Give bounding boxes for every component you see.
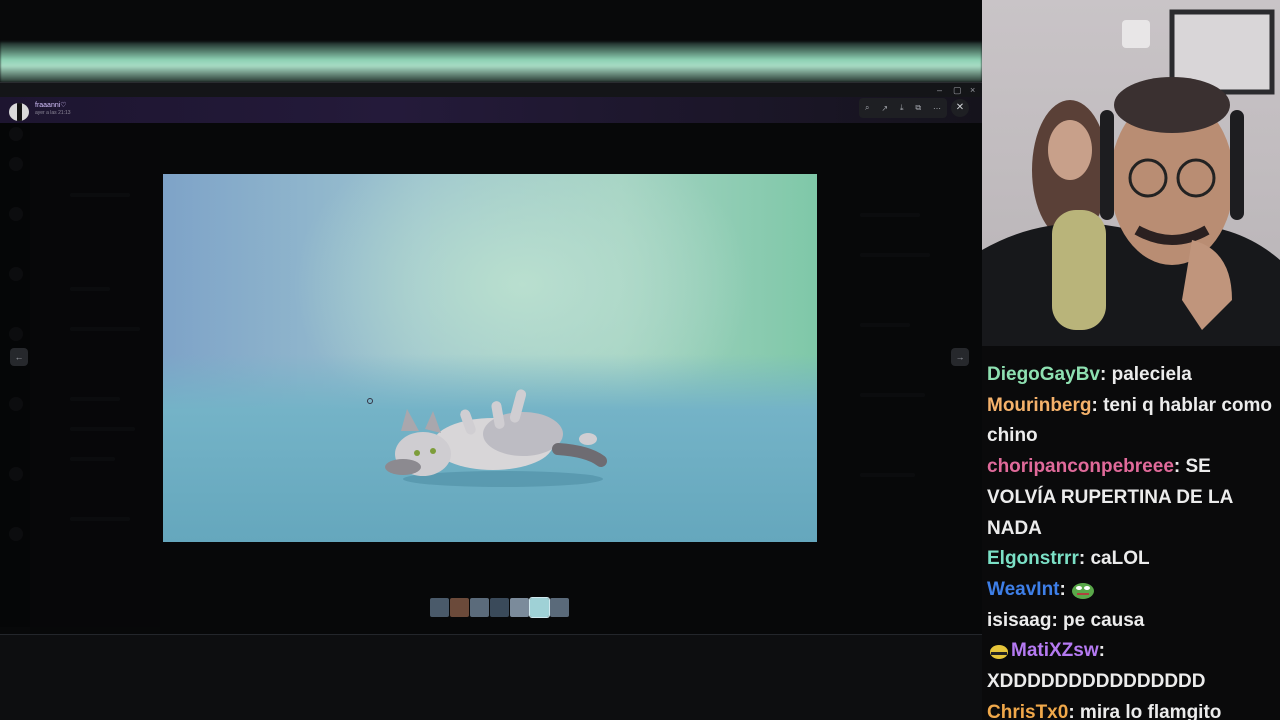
chat-message: Elgonstrrr: caLOL <box>987 548 1150 570</box>
thumbnail[interactable] <box>490 598 509 617</box>
maximize-button[interactable]: ▢ <box>953 85 962 96</box>
chat-username[interactable]: WeavInt <box>987 579 1060 600</box>
enlarged-image <box>163 174 817 542</box>
thumbnail[interactable] <box>510 598 529 617</box>
chat-message: isisaag: pe causa <box>987 609 1145 631</box>
chat-username[interactable]: DiegoGayBv <box>987 364 1100 385</box>
viewer-toolbar: ⌕ ↗ ⤓ ⧉ ⋯ <box>859 98 947 118</box>
thumbnail[interactable] <box>470 598 489 617</box>
taskbar-area <box>0 634 982 720</box>
chat-username[interactable]: MatiXZsw <box>1011 640 1099 661</box>
chat-message: ChrisTx0: mira lo flamgito <box>987 698 1275 720</box>
viewer-timestamp: ayer a las 21:13 <box>35 110 71 116</box>
chat-message: WeavInt: <box>987 575 1275 606</box>
more-icon[interactable]: ⋯ <box>933 104 941 113</box>
chat-username[interactable]: Mourinberg <box>987 395 1092 416</box>
chat-text: paleciela <box>1111 364 1192 385</box>
chat-text: pe causa <box>1063 609 1145 631</box>
chat-message: DiegoGayBv: paleciela <box>987 364 1192 385</box>
chat-message: MatiXZsw: XDDDDDDDDDDDDDDD <box>987 640 1206 693</box>
chat-text: XDDDDDDDDDDDDDDD <box>987 671 1206 693</box>
chat-text: mira lo flamgito <box>1079 701 1222 720</box>
top-dark-band <box>0 0 982 40</box>
screen-share: – ▢ × fraaanni♡ ayer a las 21:13 ⌕ ↗ ⤓ ⧉… <box>0 0 982 720</box>
thumbnail[interactable] <box>430 598 449 617</box>
stream-chat: DiegoGayBv: paleciela Mourinberg: teni q… <box>982 346 1280 720</box>
chat-username[interactable]: Elgonstrrr <box>987 548 1079 569</box>
previous-image-button[interactable]: ← <box>10 348 28 366</box>
next-image-button[interactable]: → <box>951 348 969 366</box>
zoom-icon[interactable]: ⌕ <box>865 103 869 113</box>
chat-username[interactable]: choripanconpebreee <box>987 456 1174 477</box>
thumbnail[interactable] <box>450 598 469 617</box>
pepe-emote-icon <box>1072 582 1095 599</box>
viewer-header: fraaanni♡ ayer a las 21:13 <box>0 97 982 123</box>
title-bar: – ▢ × <box>0 83 982 97</box>
open-external-icon[interactable]: ⧉ <box>915 103 921 113</box>
close-viewer-button[interactable]: ✕ <box>951 99 969 117</box>
chat-username[interactable]: isisaag <box>987 610 1051 631</box>
minimize-button[interactable]: – <box>937 85 942 95</box>
chat-message: Mourinberg: teni q hablar como chino <box>987 394 1273 447</box>
webcam-feed <box>982 0 1280 346</box>
glow-bar <box>0 42 982 82</box>
forward-icon[interactable]: ↗ <box>881 104 888 113</box>
download-icon[interactable]: ⤓ <box>900 103 904 113</box>
thumbnail-active[interactable] <box>529 597 550 618</box>
viewer-username[interactable]: fraaanni♡ <box>35 101 67 109</box>
badge-icon <box>990 645 1008 660</box>
thumbnail[interactable] <box>550 598 569 617</box>
window-close-button[interactable]: × <box>970 85 975 95</box>
cat-image <box>385 389 607 487</box>
avatar[interactable] <box>9 103 29 121</box>
streamer-camera-image <box>982 9 1280 346</box>
chat-username[interactable]: ChrisTx0 <box>987 702 1068 720</box>
chat-message: choripanconpebreee: SE VOLVÍA RUPERTINA … <box>987 456 1233 539</box>
thumbnail-strip <box>430 597 569 618</box>
chat-text: caLOL <box>1090 548 1150 570</box>
